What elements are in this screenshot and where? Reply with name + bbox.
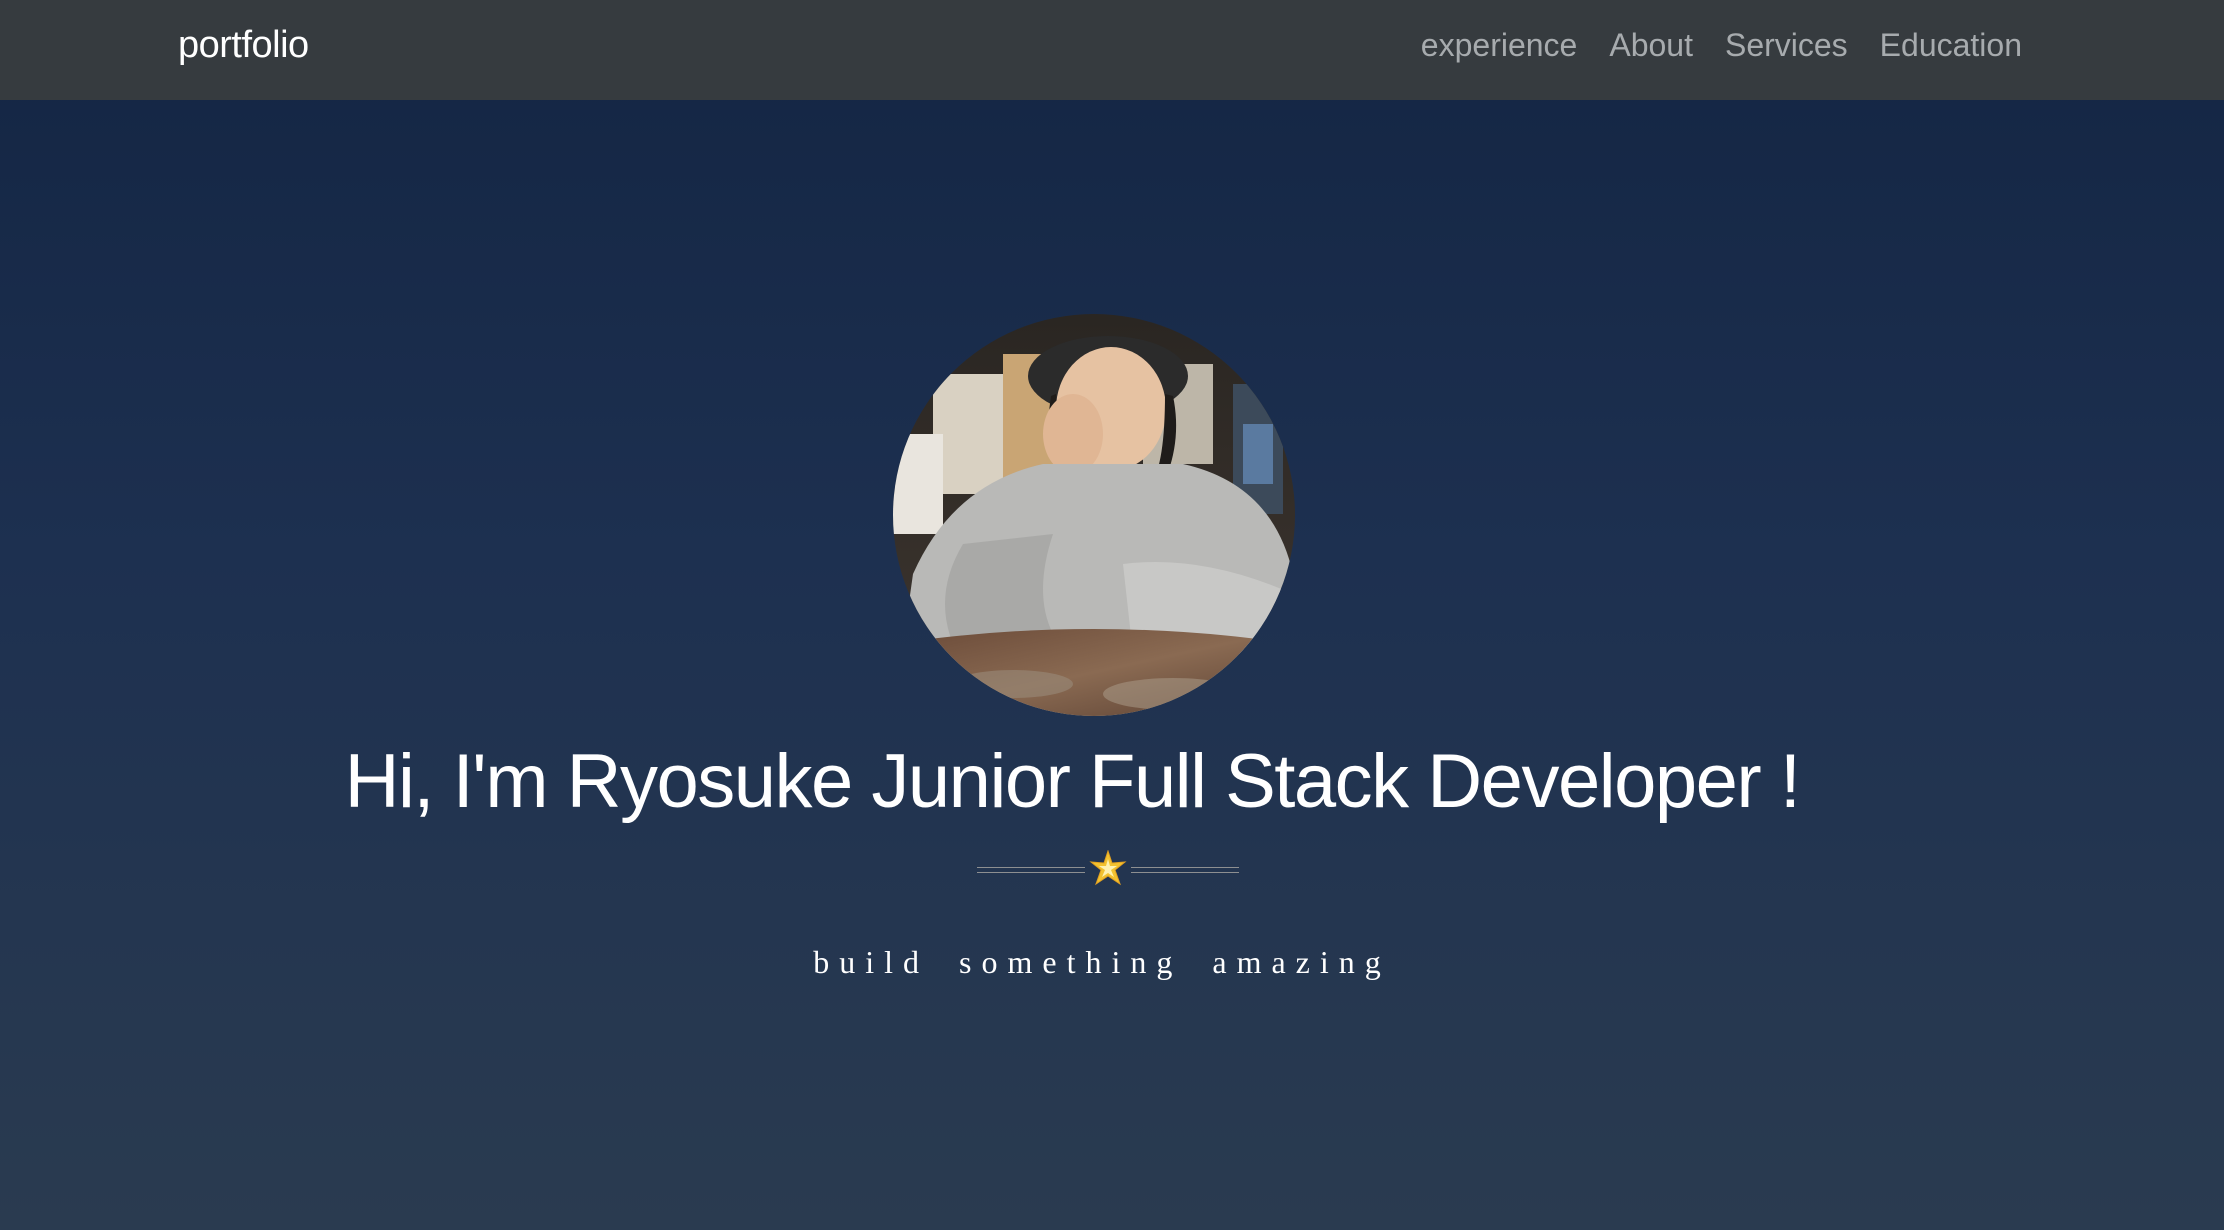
divider-line-left: [977, 867, 1085, 873]
star-icon: [1089, 850, 1127, 886]
hero-tagline: build something amazing: [813, 944, 1391, 980]
profile-avatar: [893, 314, 1295, 716]
nav-link-services[interactable]: Services: [1725, 24, 1848, 66]
hero-headline: Hi, I'm Ryosuke Junior Full Stack Develo…: [344, 739, 1801, 824]
nav-link-education[interactable]: Education: [1880, 24, 2022, 66]
star-divider: [977, 850, 1239, 890]
brand-link[interactable]: portfolio: [178, 22, 309, 68]
nav-links: experience About Services Education: [1421, 24, 2022, 66]
navbar: portfolio experience About Services Educ…: [0, 0, 2224, 100]
profile-photo: [893, 314, 1295, 716]
divider-line-right: [1131, 867, 1239, 873]
nav-link-about[interactable]: About: [1609, 24, 1693, 66]
nav-link-experience[interactable]: experience: [1421, 24, 1578, 66]
